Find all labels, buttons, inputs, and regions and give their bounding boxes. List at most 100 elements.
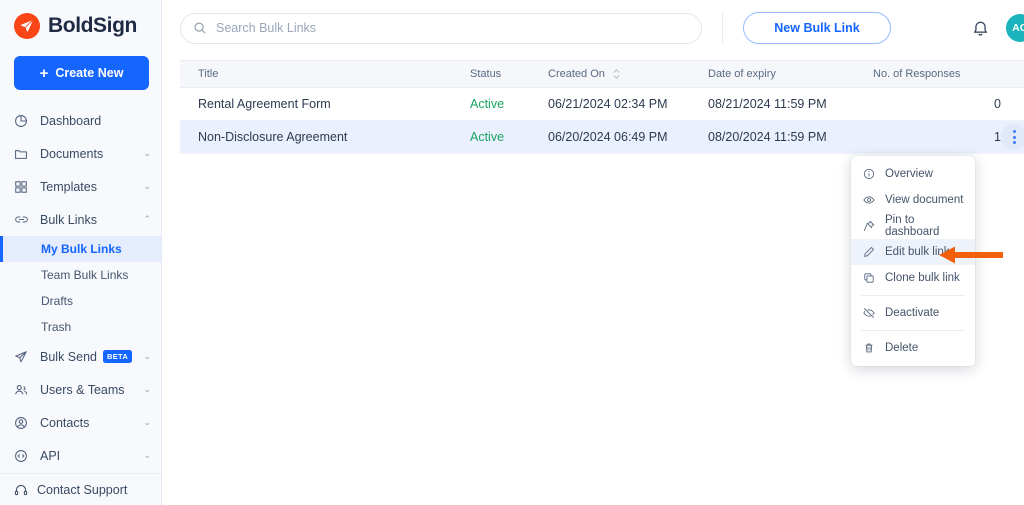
link-icon bbox=[14, 212, 32, 227]
menu-item-view-document[interactable]: View document bbox=[851, 187, 975, 213]
row-created-on: 06/20/2024 06:49 PM bbox=[548, 130, 668, 144]
menu-item-label: Overview bbox=[885, 168, 933, 180]
menu-item-label: Clone bulk link bbox=[885, 272, 960, 284]
trash-icon bbox=[863, 342, 876, 354]
avatar-initials: AG bbox=[1012, 22, 1024, 34]
pie-chart-icon bbox=[14, 114, 32, 128]
row-created-on: 06/21/2024 02:34 PM bbox=[548, 97, 668, 111]
sidebar-item-bulk-send[interactable]: Bulk Send BETA ⌄ bbox=[0, 340, 161, 373]
row-actions bbox=[1001, 124, 1024, 150]
sidebar-item-api[interactable]: API ⌄ bbox=[0, 439, 161, 472]
search-bulk-links[interactable] bbox=[180, 12, 702, 44]
info-circle-icon bbox=[863, 168, 876, 180]
topbar-divider bbox=[722, 13, 723, 43]
sidebar-item-users-teams[interactable]: Users & Teams ⌄ bbox=[0, 373, 161, 406]
sidebar-subitem-label: My Bulk Links bbox=[41, 242, 122, 256]
users-icon bbox=[14, 383, 32, 397]
column-header-status[interactable]: Status bbox=[470, 68, 548, 80]
folder-icon bbox=[14, 147, 32, 161]
user-circle-icon bbox=[14, 416, 32, 430]
app-root: BoldSign + Create New Dashboard Document… bbox=[0, 0, 1024, 505]
sidebar-item-label: Templates bbox=[40, 179, 97, 194]
sidebar-item-label: Users & Teams bbox=[40, 382, 125, 397]
bell-icon[interactable] bbox=[971, 19, 990, 38]
column-header-label: Created On bbox=[548, 68, 605, 80]
column-header-no-of-responses[interactable]: No. of Responses bbox=[873, 68, 1001, 80]
sidebar-item-label: API bbox=[40, 448, 61, 463]
sidebar-item-templates[interactable]: Templates ⌄ bbox=[0, 170, 161, 203]
menu-separator bbox=[861, 295, 965, 296]
menu-item-deactivate[interactable]: Deactivate bbox=[851, 300, 975, 326]
chevron-down-icon: ⌄ bbox=[143, 417, 151, 427]
contact-support-button[interactable]: Contact Support bbox=[0, 473, 161, 505]
sidebar-item-trash[interactable]: Trash bbox=[0, 314, 161, 340]
sidebar-item-label: Bulk Links bbox=[40, 212, 97, 227]
sidebar-item-bulk-links[interactable]: Bulk Links ⌃ bbox=[0, 203, 161, 236]
sidebar-item-my-bulk-links[interactable]: My Bulk Links bbox=[0, 236, 161, 262]
brand-name: BoldSign bbox=[48, 14, 137, 37]
new-bulk-link-button[interactable]: New Bulk Link bbox=[743, 12, 891, 44]
sidebar: BoldSign + Create New Dashboard Document… bbox=[0, 0, 162, 505]
chevron-down-icon: ⌄ bbox=[143, 450, 151, 460]
sidebar-item-label: Bulk Send bbox=[40, 349, 97, 364]
headset-icon bbox=[14, 483, 28, 497]
send-icon bbox=[14, 350, 32, 364]
row-title[interactable]: Rental Agreement Form bbox=[180, 97, 470, 111]
row-date-of-expiry: 08/20/2024 11:59 PM bbox=[708, 130, 827, 144]
sidebar-item-label: Dashboard bbox=[40, 113, 102, 128]
menu-item-label: Pin to dashboard bbox=[885, 214, 940, 238]
sidebar-item-dashboard[interactable]: Dashboard bbox=[0, 104, 161, 137]
menu-item-pin-to-dashboard[interactable]: Pin to dashboard bbox=[851, 213, 975, 239]
row-actions-menu-button[interactable] bbox=[1001, 124, 1024, 150]
boldsign-paperplane-icon bbox=[14, 13, 40, 39]
column-header-date-of-expiry[interactable]: Date of expiry bbox=[708, 68, 873, 80]
sidebar-item-label: Contacts bbox=[40, 415, 90, 430]
chevron-down-icon: ⌄ bbox=[143, 181, 151, 191]
menu-item-delete[interactable]: Delete bbox=[851, 335, 975, 361]
pencil-icon bbox=[863, 246, 876, 258]
chevron-down-icon: ⌄ bbox=[143, 148, 151, 158]
sidebar-item-contacts[interactable]: Contacts ⌄ bbox=[0, 406, 161, 439]
table-row[interactable]: Rental Agreement Form Active 06/21/2024 … bbox=[180, 88, 1024, 121]
column-header-created-on[interactable]: Created On bbox=[548, 68, 708, 80]
sidebar-subitem-label: Trash bbox=[41, 320, 72, 334]
sidebar-subitem-label: Team Bulk Links bbox=[41, 268, 129, 282]
menu-item-label: Deactivate bbox=[885, 307, 940, 319]
row-responses: 1 bbox=[994, 130, 1001, 144]
row-date-of-expiry: 08/21/2024 11:59 PM bbox=[708, 97, 827, 111]
search-input[interactable] bbox=[216, 21, 689, 35]
table-header-row: Title Status Created On Date of expiry N… bbox=[180, 60, 1024, 88]
table-row[interactable]: Non-Disclosure Agreement Active 06/20/20… bbox=[180, 121, 1024, 154]
menu-item-label: View document bbox=[885, 194, 964, 206]
copy-icon bbox=[863, 272, 876, 284]
row-title[interactable]: Non-Disclosure Agreement bbox=[180, 130, 470, 144]
status-badge: Active bbox=[470, 130, 505, 144]
search-icon bbox=[193, 21, 207, 35]
code-circle-icon bbox=[14, 449, 32, 463]
sidebar-item-documents[interactable]: Documents ⌄ bbox=[0, 137, 161, 170]
annotation-arrow-icon bbox=[938, 245, 1004, 270]
menu-item-label: Delete bbox=[885, 342, 919, 354]
sidebar-item-drafts[interactable]: Drafts bbox=[0, 288, 161, 314]
status-badge: Active bbox=[470, 97, 505, 111]
chevron-down-icon: ⌄ bbox=[143, 384, 151, 394]
avatar[interactable]: AG bbox=[1006, 14, 1024, 42]
menu-item-overview[interactable]: Overview bbox=[851, 161, 975, 187]
menu-separator bbox=[861, 330, 965, 331]
sidebar-nav: Dashboard Documents ⌄ Templates ⌄ Bulk L… bbox=[0, 102, 161, 505]
pin-icon bbox=[863, 220, 876, 232]
chevron-up-icon: ⌃ bbox=[143, 214, 151, 224]
create-new-button[interactable]: + Create New bbox=[14, 56, 149, 90]
eye-off-icon bbox=[863, 307, 876, 319]
plus-icon: + bbox=[39, 64, 49, 82]
grid-icon bbox=[14, 180, 32, 194]
chevron-down-icon: ⌄ bbox=[143, 351, 151, 361]
topbar: New Bulk Link AG bbox=[162, 0, 1024, 56]
sidebar-item-team-bulk-links[interactable]: Team Bulk Links bbox=[0, 262, 161, 288]
brand-logo[interactable]: BoldSign bbox=[0, 0, 161, 52]
create-new-label: Create New bbox=[55, 66, 124, 80]
new-bulk-link-label: New Bulk Link bbox=[774, 21, 860, 35]
sidebar-item-label: Documents bbox=[40, 146, 104, 161]
sort-updown-icon[interactable] bbox=[612, 68, 621, 80]
column-header-title[interactable]: Title bbox=[180, 68, 470, 80]
